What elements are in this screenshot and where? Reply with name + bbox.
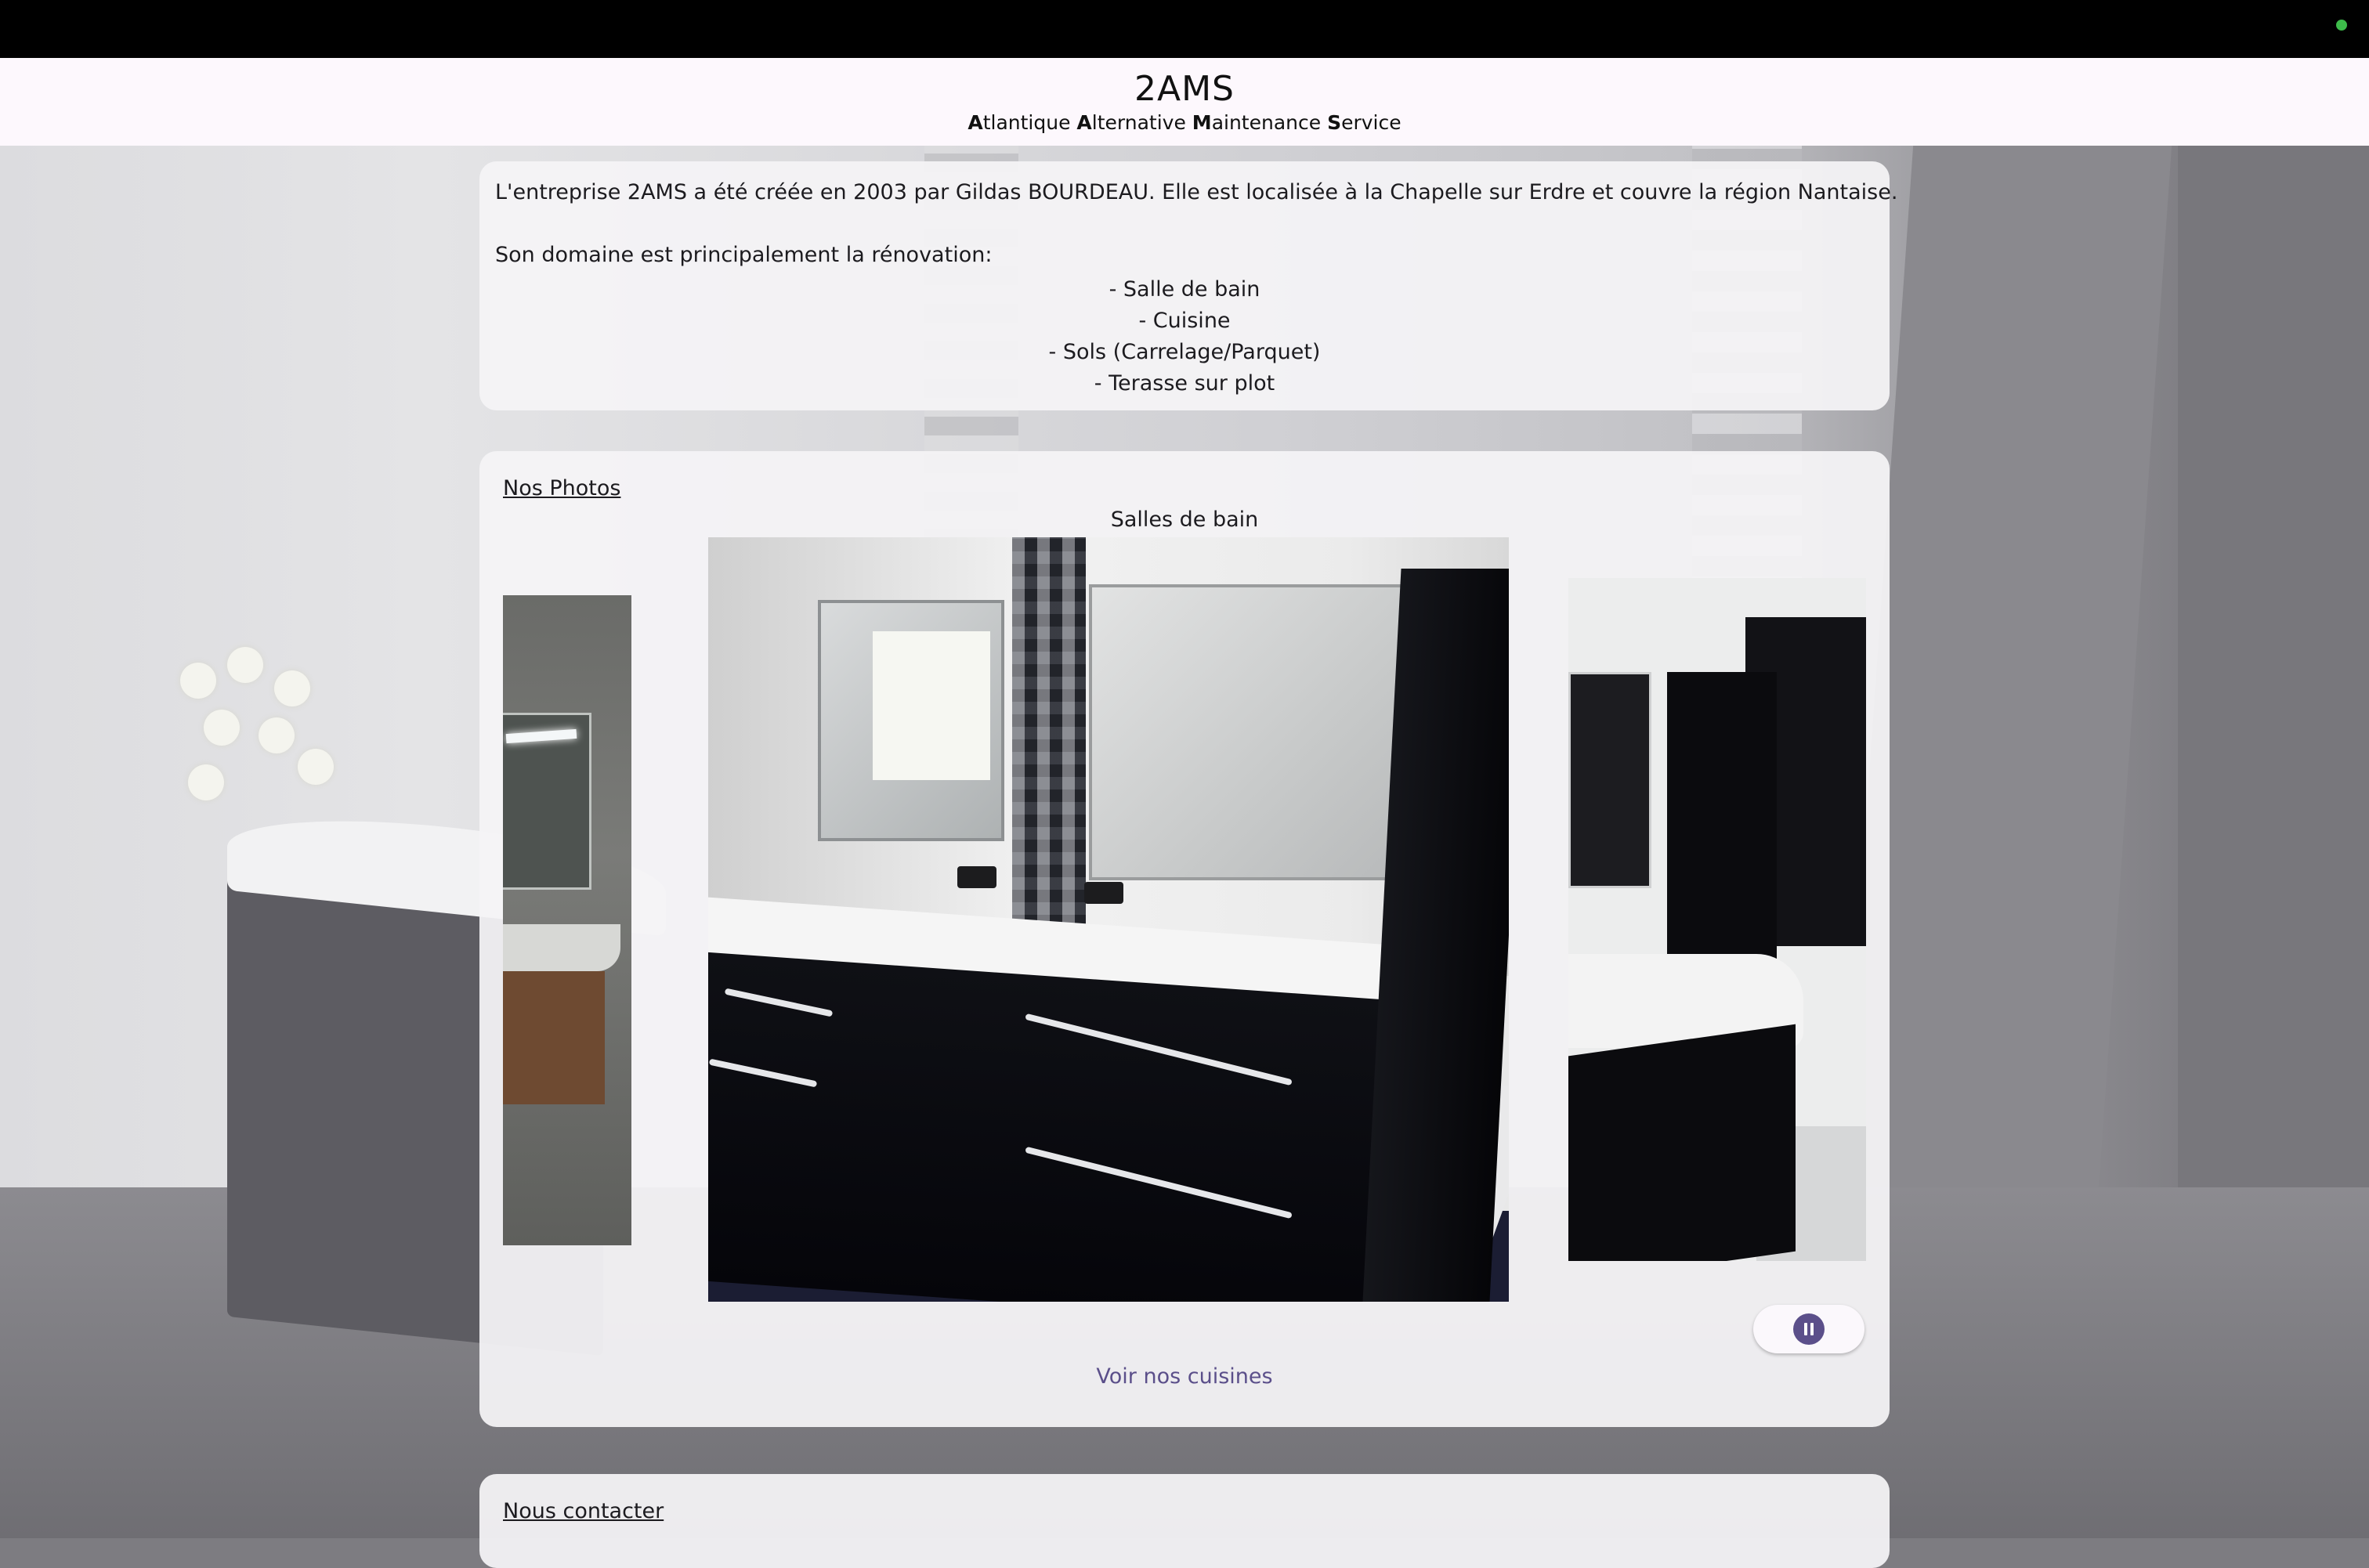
subtitle-word: aintenance bbox=[1211, 111, 1328, 134]
domain-item: - Salle de bain bbox=[1109, 277, 1260, 302]
intro-card: L'entreprise 2AMS a été créée en 2003 pa… bbox=[479, 161, 1897, 410]
intro-paragraph: L'entreprise 2AMS a été créée en 2003 pa… bbox=[495, 180, 1898, 204]
carousel-caption: Salles de bain bbox=[1110, 508, 1259, 532]
domain-list: - Salle de bain - Cuisine - Sols (Carrel… bbox=[479, 274, 1890, 399]
subtitle-word: tlantique bbox=[982, 111, 1077, 134]
carousel-photo-previous[interactable] bbox=[503, 595, 631, 1245]
domain-item: - Terasse sur plot bbox=[1094, 371, 1275, 396]
subtitle-initial: A bbox=[967, 111, 983, 134]
domain-intro: Son domaine est principalement la rénova… bbox=[495, 243, 993, 267]
site-subtitle: Atlantique Alternative Maintenance Servi… bbox=[0, 111, 2369, 134]
photos-heading: Nos Photos bbox=[503, 476, 621, 500]
domain-item: - Sols (Carrelage/Parquet) bbox=[1048, 340, 1321, 364]
domain-item: - Cuisine bbox=[1138, 309, 1231, 333]
background-orchid bbox=[165, 647, 337, 851]
subtitle-word: lternative bbox=[1091, 111, 1192, 134]
subtitle-initial: S bbox=[1327, 111, 1342, 134]
carousel-photo-next[interactable] bbox=[1568, 578, 1866, 1261]
contact-card: Nous contacter bbox=[479, 1474, 1890, 1568]
subtitle-word: ervice bbox=[1341, 111, 1402, 134]
site-header: 2AMS Atlantique Alternative Maintenance … bbox=[0, 58, 2369, 146]
top-bar bbox=[0, 0, 2369, 58]
site-title: 2AMS bbox=[1134, 69, 1235, 109]
view-kitchens-link[interactable]: Voir nos cuisines bbox=[479, 1364, 1890, 1389]
carousel-pause-button[interactable] bbox=[1753, 1305, 1864, 1353]
subtitle-initial: A bbox=[1076, 111, 1092, 134]
photos-card: Nos Photos Salles de bain Voir nos cuisi… bbox=[479, 451, 1890, 1427]
carousel-photo-current[interactable] bbox=[708, 537, 1509, 1302]
contact-heading: Nous contacter bbox=[503, 1499, 664, 1523]
pause-icon bbox=[1793, 1313, 1825, 1345]
status-dot bbox=[2336, 20, 2347, 31]
subtitle-initial: M bbox=[1192, 111, 1212, 134]
